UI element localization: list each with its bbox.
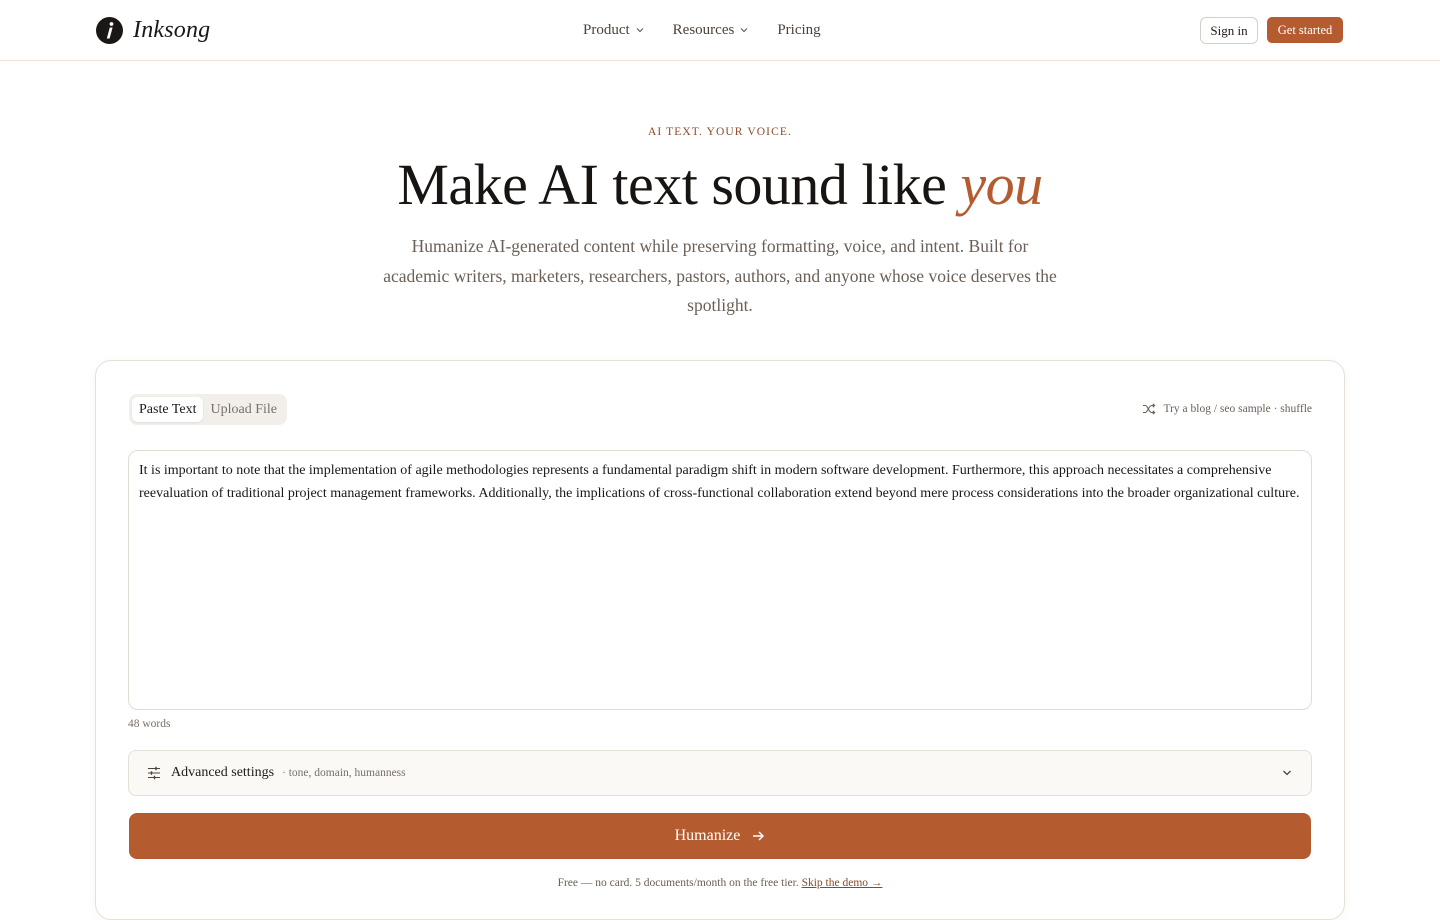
- shuffle-icon: [1143, 403, 1156, 415]
- ink-nib-icon: [106, 21, 114, 38]
- free-tier-note: Free — no card. 5 documents/month on the…: [96, 877, 1344, 889]
- headline-accent: you: [960, 152, 1043, 217]
- nav-item-pricing[interactable]: Pricing: [777, 22, 820, 39]
- input-mode-tabs: Paste Text Upload File: [129, 394, 287, 425]
- nav-item-resources[interactable]: Resources: [673, 22, 750, 39]
- top-navigation-bar: Inksong Product Resources Pricing Sign i…: [0, 0, 1440, 61]
- nav-item-label: Pricing: [777, 21, 821, 38]
- humanize-button[interactable]: Humanize: [129, 813, 1311, 859]
- free-tier-text: Free — no card. 5 documents/month on the…: [557, 877, 802, 889]
- humanize-label: Humanize: [674, 827, 741, 844]
- brand-name: Inksong: [133, 16, 211, 43]
- nav-item-product[interactable]: Product: [583, 22, 645, 39]
- hero-headline: Make AI text sound like you: [0, 150, 1440, 220]
- sliders-icon: [148, 766, 160, 780]
- hero-eyebrow: AI TEXT. YOUR VOICE.: [648, 126, 792, 138]
- advanced-settings-hint: · tone, domain, humanness: [282, 767, 406, 779]
- advanced-settings-toggle[interactable]: Advanced settings · tone, domain, humann…: [128, 750, 1312, 796]
- word-count: 48 words: [128, 718, 171, 730]
- nav-item-label: Resources: [672, 21, 735, 38]
- chevron-down-icon: [636, 28, 644, 33]
- brand-mark-icon: [96, 16, 123, 44]
- skip-demo-link[interactable]: Skip the demo →: [802, 877, 883, 889]
- hero-subcopy: Humanize AI-generated content while pres…: [383, 236, 1057, 315]
- arrow-right-icon: [753, 831, 765, 841]
- advanced-settings-label: Advanced settings: [171, 765, 275, 780]
- humanizer-card: Paste Text Upload File Try a blog / seo …: [95, 360, 1345, 920]
- headline-main: Make AI text sound like: [397, 152, 961, 217]
- chevron-down-icon: [740, 28, 748, 33]
- sample-shuffle-link[interactable]: Try a blog / seo sample · shuffle: [1142, 402, 1312, 416]
- brand-logo[interactable]: Inksong: [96, 16, 210, 44]
- sample-link-label: Try a blog / seo sample · shuffle: [1163, 403, 1312, 415]
- tab-upload-file[interactable]: Upload File: [203, 397, 284, 422]
- chevron-down-icon: [1283, 770, 1291, 776]
- sign-in-button[interactable]: Sign in: [1200, 17, 1258, 44]
- text-input-area[interactable]: It is important to note that the impleme…: [128, 450, 1312, 710]
- tab-paste-text[interactable]: Paste Text: [132, 397, 204, 422]
- nav-item-label: Product: [583, 21, 630, 38]
- get-started-button[interactable]: Get started: [1267, 17, 1343, 43]
- main-nav: Product Resources Pricing: [583, 19, 821, 41]
